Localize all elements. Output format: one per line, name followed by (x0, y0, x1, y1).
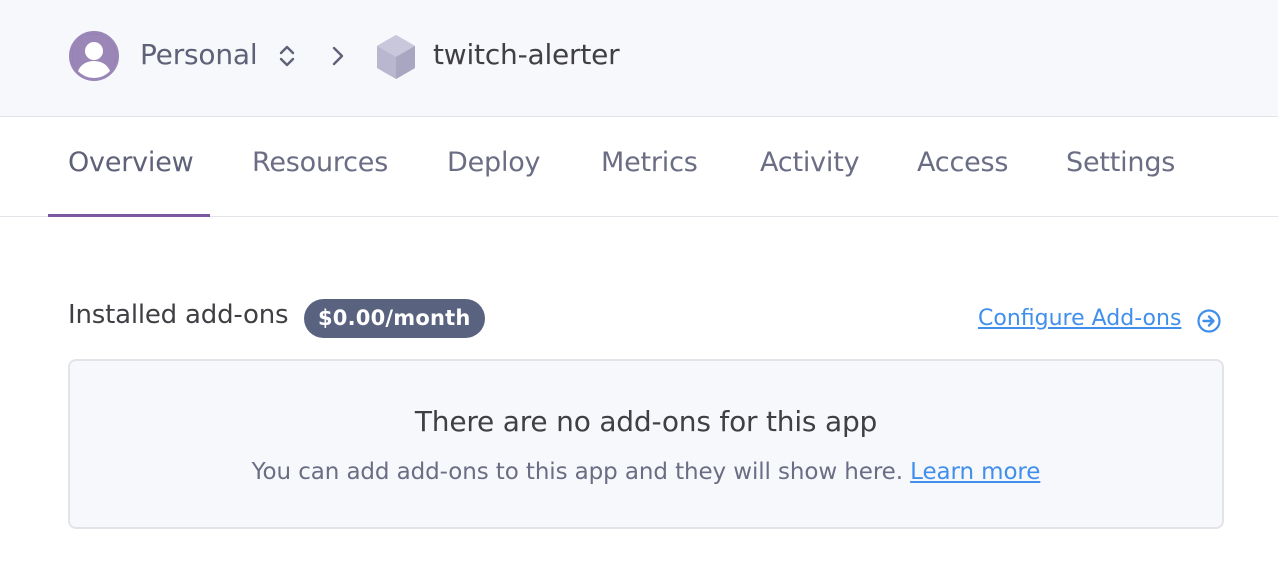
hexagon-app-icon (377, 35, 415, 79)
tab-resources[interactable]: Resources (252, 147, 388, 178)
tab-settings[interactable]: Settings (1066, 147, 1175, 178)
empty-addons-panel: There are no add-ons for this app You ca… (68, 359, 1224, 529)
top-bar: Personal twitch-alerter (0, 0, 1278, 117)
active-tab-indicator (48, 214, 210, 217)
account-switcher[interactable]: Personal (140, 38, 258, 71)
avatar[interactable] (69, 31, 119, 81)
empty-state-description: You can add add-ons to this app and they… (251, 459, 903, 485)
tab-deploy[interactable]: Deploy (447, 147, 541, 178)
tab-access[interactable]: Access (917, 147, 1008, 178)
arrow-circle-right-icon[interactable] (1196, 308, 1222, 334)
tab-activity[interactable]: Activity (760, 147, 860, 178)
tab-overview[interactable]: Overview (68, 147, 194, 178)
avatar-icon (72, 34, 116, 78)
app-tabs: Overview Resources Deploy Metrics Activi… (0, 117, 1278, 217)
app-name[interactable]: twitch-alerter (433, 38, 620, 71)
chevron-right-icon (332, 46, 344, 66)
empty-state-title: There are no add-ons for this app (414, 405, 878, 438)
updown-chevron-icon[interactable] (276, 42, 298, 70)
installed-addons-heading: Installed add-ons (68, 300, 289, 330)
learn-more-link[interactable]: Learn more (910, 459, 1040, 485)
empty-state-text: You can add add-ons to this app and they… (70, 459, 1222, 485)
configure-addons-link[interactable]: Configure Add-ons (978, 306, 1181, 331)
price-badge: $0.00/month (304, 299, 485, 338)
tab-metrics[interactable]: Metrics (601, 147, 698, 178)
